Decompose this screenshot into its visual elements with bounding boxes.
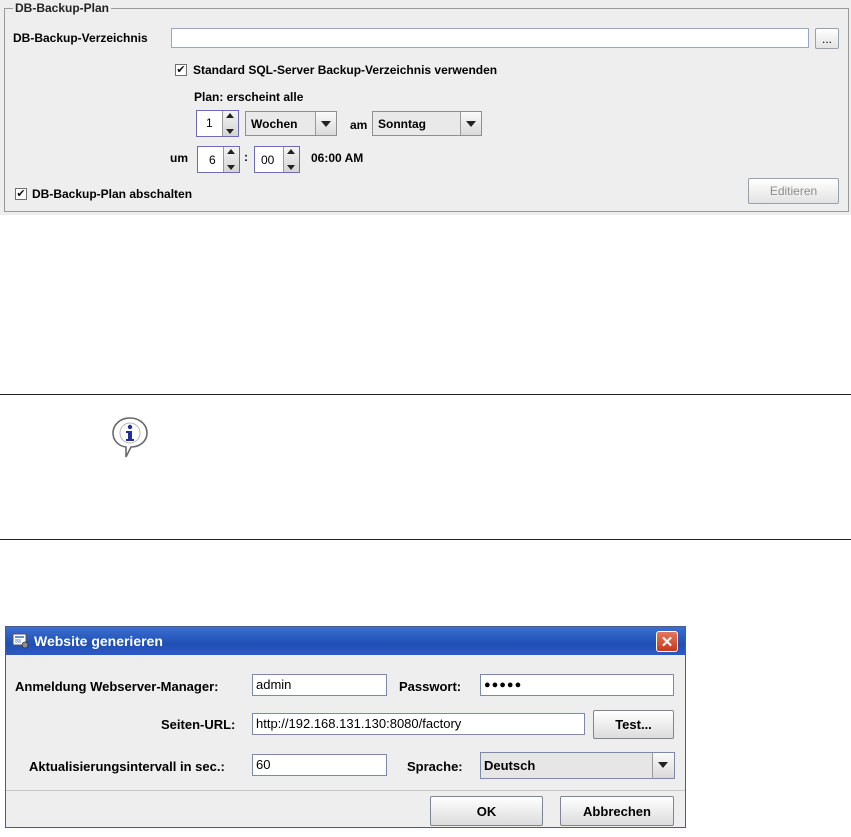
test-button[interactable]: Test... [593, 710, 674, 739]
backup-plan-group: DB-Backup-Plan DB-Backup-Verzeichnis ...… [4, 1, 849, 212]
dialog-titlebar[interactable]: Website generieren ✕ [6, 627, 685, 655]
use-default-label: Standard SQL-Server Backup-Verzeichnis v… [193, 63, 498, 77]
hour-spinner[interactable]: 6 [197, 146, 240, 173]
interval-spinner[interactable]: 1 [196, 110, 239, 137]
password-field[interactable]: ●●●●● [480, 674, 674, 696]
weekday-combo[interactable]: Sonntag [372, 111, 482, 136]
am-label: am [350, 118, 368, 132]
weekday-value: Sonntag [378, 117, 426, 131]
chevron-down-icon[interactable] [460, 112, 481, 135]
backup-dir-label: DB-Backup-Verzeichnis [13, 31, 148, 45]
info-icon [108, 414, 152, 458]
backup-dir-field[interactable] [171, 28, 809, 48]
language-value: Deutsch [484, 758, 536, 773]
minute-spinner[interactable]: 00 [254, 146, 300, 173]
minute-spin-buttons[interactable] [283, 147, 299, 172]
login-label: Anmeldung Webserver-Manager: [15, 679, 219, 694]
browse-button[interactable]: ... [815, 28, 839, 49]
bottom-divider [0, 539, 851, 540]
language-label: Sprache: [407, 759, 463, 774]
language-combo[interactable]: Deutsch [480, 752, 675, 779]
backup-plan-panel: DB-Backup-Plan DB-Backup-Verzeichnis ...… [0, 0, 851, 215]
interval-field[interactable]: 60 [252, 754, 387, 776]
ok-button[interactable]: OK [430, 796, 543, 826]
login-field[interactable]: admin [252, 674, 387, 696]
um-label: um [170, 151, 188, 165]
use-default-checkbox[interactable]: ✔ [175, 64, 187, 76]
minute-value: 00 [261, 153, 275, 167]
disable-plan-checkbox[interactable]: ✔ [15, 188, 27, 200]
interval-label: Aktualisierungsintervall in sec.: [29, 759, 225, 774]
interval-unit-value: Wochen [251, 117, 298, 131]
dialog-title: Website generieren [34, 633, 163, 649]
interval-value: 1 [206, 116, 213, 130]
cancel-button[interactable]: Abbrechen [560, 796, 674, 826]
edit-button[interactable]: Editieren [748, 178, 839, 204]
website-dialog: Website generieren ✕ Anmeldung Webserver… [5, 626, 686, 828]
close-icon: ✕ [660, 633, 674, 651]
interval-unit-combo[interactable]: Wochen [245, 111, 337, 136]
password-label: Passwort: [399, 679, 462, 694]
hour-value: 6 [209, 153, 216, 167]
button-bar-divider [6, 790, 685, 791]
hour-spin-buttons[interactable] [223, 147, 239, 172]
url-label: Seiten-URL: [161, 717, 236, 732]
chevron-down-icon[interactable] [652, 753, 674, 778]
time-separator: : [244, 150, 248, 164]
url-field[interactable]: http://192.168.131.130:8080/factory [252, 713, 585, 735]
disable-plan-label: DB-Backup-Plan abschalten [32, 187, 193, 201]
group-title: DB-Backup-Plan [13, 1, 112, 15]
app-icon [12, 632, 29, 649]
chevron-down-icon[interactable] [315, 112, 336, 135]
top-divider [0, 394, 851, 395]
plan-label: Plan: erscheint alle [194, 90, 304, 104]
time-text: 06:00 AM [311, 151, 364, 165]
interval-spin-buttons[interactable] [222, 111, 238, 136]
close-button[interactable]: ✕ [656, 631, 678, 652]
